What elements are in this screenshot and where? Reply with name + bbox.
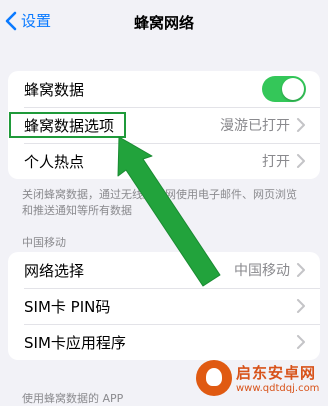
watermark-name: 启东安卓网 — [236, 363, 317, 382]
chevron-right-icon — [297, 154, 305, 168]
annotation-highlight-box — [9, 112, 126, 138]
watermark-logo-icon — [196, 359, 232, 396]
chevron-right-icon — [297, 335, 305, 349]
page-title: 蜂窝网络 — [133, 14, 194, 32]
chevron-right-icon — [297, 263, 305, 277]
network-selection-value: 中国移动 — [234, 263, 290, 279]
apps-section-header: 使用蜂窝数据的 APP — [22, 392, 124, 405]
cellular-data-row: 蜂窝数据 — [8, 71, 320, 107]
network-selection-row[interactable]: 网络选择 中国移动 — [8, 252, 320, 288]
hotspot-value: 打开 — [262, 154, 290, 170]
nav-bar: 设置 蜂窝网络 — [0, 0, 328, 44]
sim-pin-row[interactable]: SIM卡 PIN码 — [8, 288, 320, 324]
watermark-url: www.qdtdqj.com — [236, 382, 320, 394]
sim-apps-label: SIM卡应用程序 — [24, 333, 126, 352]
cellular-data-label: 蜂窝数据 — [24, 80, 85, 99]
network-selection-label: 网络选择 — [24, 261, 85, 280]
cellular-footnote: 关闭蜂窝数据，通过无线局域网使用电子邮件、网页浏览和推送通知等所有数据 — [22, 188, 297, 217]
cellular-options-value: 漫游已打开 — [220, 118, 290, 134]
chevron-right-icon — [297, 299, 305, 313]
sim-pin-label: SIM卡 PIN码 — [24, 297, 111, 316]
chevron-right-icon — [297, 118, 305, 132]
watermark-text: 启东安卓网 www.qdtdqj.com — [236, 362, 319, 394]
watermark: 启东安卓网 www.qdtdqj.com — [196, 356, 328, 399]
sim-apps-row[interactable]: SIM卡应用程序 — [8, 324, 320, 360]
toggle-knob — [282, 78, 304, 100]
carrier-header: 中国移动 — [22, 236, 66, 249]
carrier-group: 网络选择 中国移动 SIM卡 PIN码 SIM卡应用程序 — [8, 252, 320, 360]
cellular-data-toggle[interactable] — [262, 76, 306, 102]
hotspot-label: 个人热点 — [24, 152, 85, 171]
hotspot-row[interactable]: 个人热点 打开 — [8, 143, 320, 179]
